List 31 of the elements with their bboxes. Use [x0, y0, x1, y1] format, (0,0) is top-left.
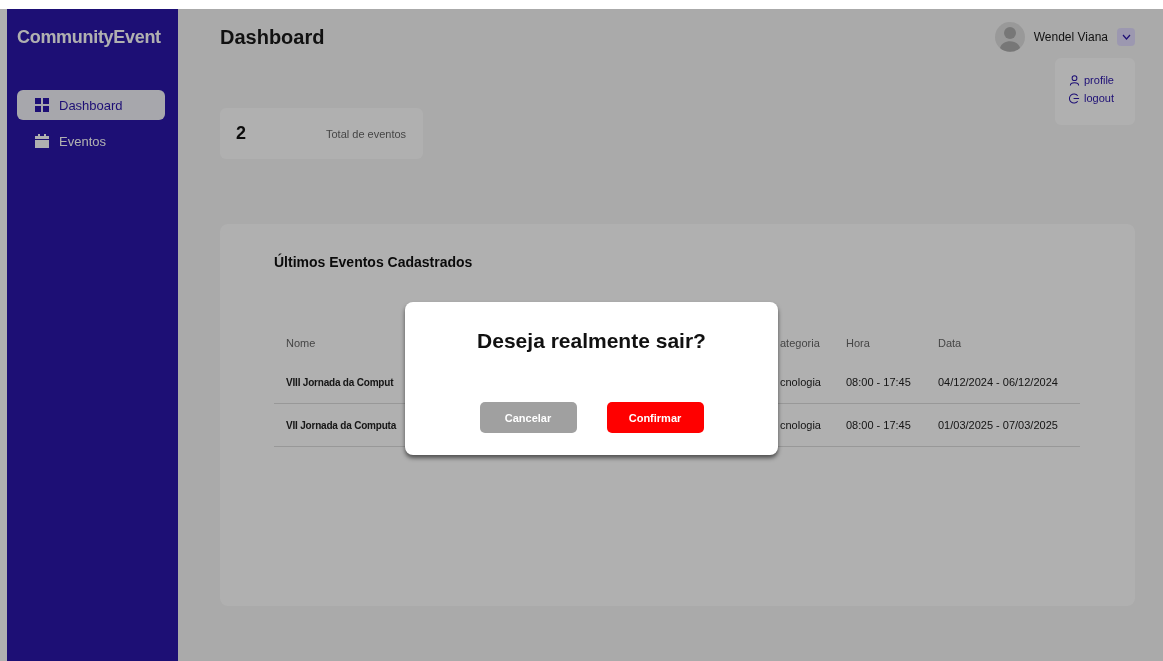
table-cell: VIII Jornada da Comput	[286, 376, 394, 388]
chevron-icon	[1121, 34, 1131, 40]
table-cell: 08:00 - 17:45	[846, 376, 911, 388]
column-header: ategoria	[780, 337, 820, 349]
table-cell: 01/03/2025 - 07/03/2025	[938, 419, 1058, 431]
page-title: Dashboard	[220, 25, 325, 49]
column-header: Nome	[286, 337, 316, 349]
sidebar-item[interactable]: Eventos	[17, 126, 165, 156]
stat-value: 2	[236, 123, 247, 144]
dropdown-button[interactable]	[1117, 28, 1135, 46]
column-header: Hora	[846, 337, 870, 349]
sidebar-item[interactable]: Dashboard	[17, 90, 165, 120]
calendar-icon	[35, 134, 49, 148]
table-cell: VII Jornada da Computa	[286, 419, 397, 431]
column-header: Data	[938, 337, 962, 349]
menu-item[interactable]: profile	[1069, 74, 1135, 86]
grid-icon	[35, 98, 49, 112]
table-cell: 04/12/2024 - 06/12/2024	[938, 376, 1058, 388]
app-logo: CommunityEvent	[16, 26, 161, 48]
logout-icon	[1069, 92, 1080, 104]
avatar-icon	[994, 22, 1025, 52]
menu-item[interactable]: logout	[1069, 92, 1135, 104]
confirm-button[interactable]: Confirmar	[606, 402, 704, 433]
table-cell: 08:00 - 17:45	[846, 419, 911, 431]
user-icon	[1069, 74, 1080, 86]
user-name: Wendel Viana	[1033, 30, 1108, 44]
table-cell: cnologia	[780, 419, 821, 431]
card-title: Últimos Eventos Cadastrados	[274, 252, 473, 272]
dialog-title: Deseja realmente sair?	[477, 329, 706, 353]
stat-label: Total de eventos	[326, 127, 407, 140]
table-cell: cnologia	[780, 376, 821, 388]
